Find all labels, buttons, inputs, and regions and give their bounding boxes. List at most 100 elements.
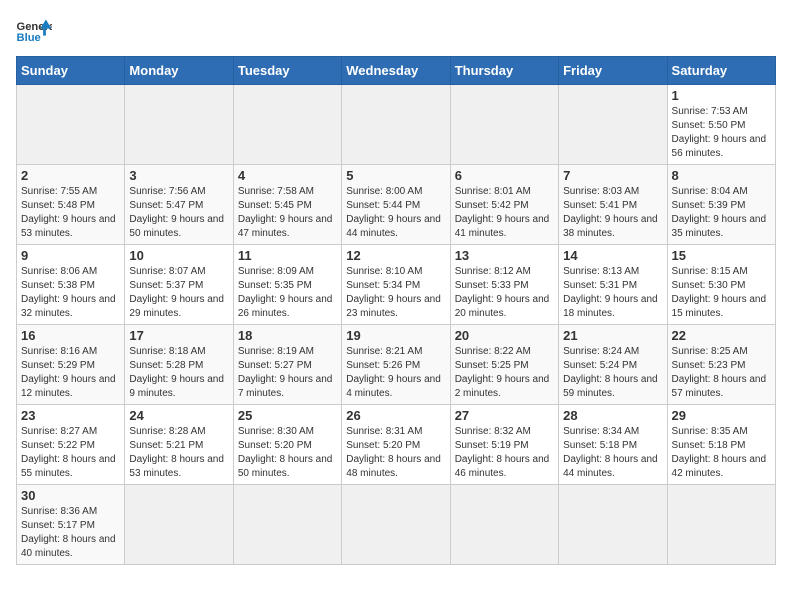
page-header: General Blue xyxy=(16,16,776,44)
day-cell: 18 Sunrise: 8:19 AM Sunset: 5:27 PM Dayli… xyxy=(233,325,341,405)
day-number: 14 xyxy=(563,248,662,263)
day-number: 1 xyxy=(672,88,771,103)
day-number: 9 xyxy=(21,248,120,263)
col-header-monday: Monday xyxy=(125,57,233,85)
col-header-saturday: Saturday xyxy=(667,57,775,85)
day-cell xyxy=(233,85,341,165)
week-row-3: 9 Sunrise: 8:06 AM Sunset: 5:38 PM Daylig… xyxy=(17,245,776,325)
day-cell: 29 Sunrise: 8:35 AM Sunset: 5:18 PM Dayli… xyxy=(667,405,775,485)
col-header-thursday: Thursday xyxy=(450,57,558,85)
day-number: 12 xyxy=(346,248,445,263)
col-header-wednesday: Wednesday xyxy=(342,57,450,85)
day-info: Sunrise: 8:06 AM Sunset: 5:38 PM Dayligh… xyxy=(21,265,120,321)
day-cell: 8Sunrise: 8:04 AM Sunset: 5:39 PM Daylig… xyxy=(667,165,775,245)
day-cell: 6Sunrise: 8:01 AM Sunset: 5:42 PM Daylig… xyxy=(450,165,558,245)
day-number: 18 xyxy=(238,328,337,343)
day-cell: 14 Sunrise: 8:13 AM Sunset: 5:31 PM Dayli… xyxy=(559,245,667,325)
day-number: 23 xyxy=(21,408,120,423)
day-cell: 9 Sunrise: 8:06 AM Sunset: 5:38 PM Daylig… xyxy=(17,245,125,325)
day-cell: 12 Sunrise: 8:10 AM Sunset: 5:34 PM Dayli… xyxy=(342,245,450,325)
day-cell: 19 Sunrise: 8:21 AM Sunset: 5:26 PM Dayli… xyxy=(342,325,450,405)
calendar-header-row: SundayMondayTuesdayWednesdayThursdayFrid… xyxy=(17,57,776,85)
day-number: 3 xyxy=(129,168,228,183)
day-number: 8 xyxy=(672,168,771,183)
day-cell: 20 Sunrise: 8:22 AM Sunset: 5:25 PM Dayli… xyxy=(450,325,558,405)
day-cell xyxy=(559,85,667,165)
day-cell: 30 Sunrise: 8:36 AM Sunset: 5:17 PM Dayli… xyxy=(17,485,125,565)
day-info: Sunrise: 8:01 AM Sunset: 5:42 PM Dayligh… xyxy=(455,185,554,241)
day-cell xyxy=(233,485,341,565)
day-info: Sunrise: 8:13 AM Sunset: 5:31 PM Dayligh… xyxy=(563,265,662,321)
svg-text:Blue: Blue xyxy=(17,32,41,44)
day-number: 28 xyxy=(563,408,662,423)
day-info: Sunrise: 8:00 AM Sunset: 5:44 PM Dayligh… xyxy=(346,185,445,241)
day-info: Sunrise: 8:35 AM Sunset: 5:18 PM Dayligh… xyxy=(672,425,771,481)
col-header-tuesday: Tuesday xyxy=(233,57,341,85)
day-number: 26 xyxy=(346,408,445,423)
day-number: 29 xyxy=(672,408,771,423)
day-info: Sunrise: 8:10 AM Sunset: 5:34 PM Dayligh… xyxy=(346,265,445,321)
day-cell: 23 Sunrise: 8:27 AM Sunset: 5:22 PM Dayli… xyxy=(17,405,125,485)
day-cell: 5 Sunrise: 8:00 AM Sunset: 5:44 PM Daylig… xyxy=(342,165,450,245)
day-info: Sunrise: 8:24 AM Sunset: 5:24 PM Dayligh… xyxy=(563,345,662,401)
day-cell: 22 Sunrise: 8:25 AM Sunset: 5:23 PM Dayli… xyxy=(667,325,775,405)
day-number: 7 xyxy=(563,168,662,183)
day-info: Sunrise: 8:18 AM Sunset: 5:28 PM Dayligh… xyxy=(129,345,228,401)
day-cell: 27Sunrise: 8:32 AM Sunset: 5:19 PM Dayli… xyxy=(450,405,558,485)
day-number: 30 xyxy=(21,488,120,503)
day-cell: 17 Sunrise: 8:18 AM Sunset: 5:28 PM Dayli… xyxy=(125,325,233,405)
day-number: 20 xyxy=(455,328,554,343)
day-cell: 3Sunrise: 7:56 AM Sunset: 5:47 PM Daylig… xyxy=(125,165,233,245)
day-info: Sunrise: 8:19 AM Sunset: 5:27 PM Dayligh… xyxy=(238,345,337,401)
day-info: Sunrise: 8:36 AM Sunset: 5:17 PM Dayligh… xyxy=(21,505,120,561)
day-info: Sunrise: 7:55 AM Sunset: 5:48 PM Dayligh… xyxy=(21,185,120,241)
day-cell: 7Sunrise: 8:03 AM Sunset: 5:41 PM Daylig… xyxy=(559,165,667,245)
day-number: 4 xyxy=(238,168,337,183)
day-cell: 24Sunrise: 8:28 AM Sunset: 5:21 PM Dayli… xyxy=(125,405,233,485)
day-cell xyxy=(342,85,450,165)
day-number: 19 xyxy=(346,328,445,343)
day-cell: 21 Sunrise: 8:24 AM Sunset: 5:24 PM Dayli… xyxy=(559,325,667,405)
day-cell xyxy=(667,485,775,565)
day-info: Sunrise: 8:31 AM Sunset: 5:20 PM Dayligh… xyxy=(346,425,445,481)
day-info: Sunrise: 8:27 AM Sunset: 5:22 PM Dayligh… xyxy=(21,425,120,481)
day-cell xyxy=(125,485,233,565)
day-number: 15 xyxy=(672,248,771,263)
day-cell: 26 Sunrise: 8:31 AM Sunset: 5:20 PM Dayli… xyxy=(342,405,450,485)
day-cell xyxy=(450,85,558,165)
col-header-sunday: Sunday xyxy=(17,57,125,85)
day-cell: 1 Sunrise: 7:53 AM Sunset: 5:50 PM Daylig… xyxy=(667,85,775,165)
day-cell: 13 Sunrise: 8:12 AM Sunset: 5:33 PM Dayli… xyxy=(450,245,558,325)
day-info: Sunrise: 8:34 AM Sunset: 5:18 PM Dayligh… xyxy=(563,425,662,481)
day-info: Sunrise: 8:21 AM Sunset: 5:26 PM Dayligh… xyxy=(346,345,445,401)
day-info: Sunrise: 8:28 AM Sunset: 5:21 PM Dayligh… xyxy=(129,425,228,481)
day-number: 13 xyxy=(455,248,554,263)
day-number: 17 xyxy=(129,328,228,343)
day-info: Sunrise: 8:32 AM Sunset: 5:19 PM Dayligh… xyxy=(455,425,554,481)
day-cell: 25 Sunrise: 8:30 AM Sunset: 5:20 PM Dayli… xyxy=(233,405,341,485)
logo-icon: General Blue xyxy=(16,16,52,44)
calendar-table: SundayMondayTuesdayWednesdayThursdayFrid… xyxy=(16,56,776,565)
day-cell: 15 Sunrise: 8:15 AM Sunset: 5:30 PM Dayli… xyxy=(667,245,775,325)
day-cell: 28 Sunrise: 8:34 AM Sunset: 5:18 PM Dayli… xyxy=(559,405,667,485)
day-cell: 10Sunrise: 8:07 AM Sunset: 5:37 PM Dayli… xyxy=(125,245,233,325)
day-number: 2 xyxy=(21,168,120,183)
week-row-2: 2 Sunrise: 7:55 AM Sunset: 5:48 PM Daylig… xyxy=(17,165,776,245)
week-row-5: 23 Sunrise: 8:27 AM Sunset: 5:22 PM Dayli… xyxy=(17,405,776,485)
day-number: 11 xyxy=(238,248,337,263)
day-cell xyxy=(559,485,667,565)
day-info: Sunrise: 8:22 AM Sunset: 5:25 PM Dayligh… xyxy=(455,345,554,401)
day-info: Sunrise: 7:53 AM Sunset: 5:50 PM Dayligh… xyxy=(672,105,771,161)
day-info: Sunrise: 8:30 AM Sunset: 5:20 PM Dayligh… xyxy=(238,425,337,481)
day-cell xyxy=(125,85,233,165)
day-number: 21 xyxy=(563,328,662,343)
day-info: Sunrise: 8:07 AM Sunset: 5:37 PM Dayligh… xyxy=(129,265,228,321)
day-info: Sunrise: 8:25 AM Sunset: 5:23 PM Dayligh… xyxy=(672,345,771,401)
day-info: Sunrise: 8:15 AM Sunset: 5:30 PM Dayligh… xyxy=(672,265,771,321)
day-number: 25 xyxy=(238,408,337,423)
logo: General Blue xyxy=(16,16,56,44)
day-cell xyxy=(342,485,450,565)
day-number: 5 xyxy=(346,168,445,183)
day-number: 22 xyxy=(672,328,771,343)
day-info: Sunrise: 8:12 AM Sunset: 5:33 PM Dayligh… xyxy=(455,265,554,321)
